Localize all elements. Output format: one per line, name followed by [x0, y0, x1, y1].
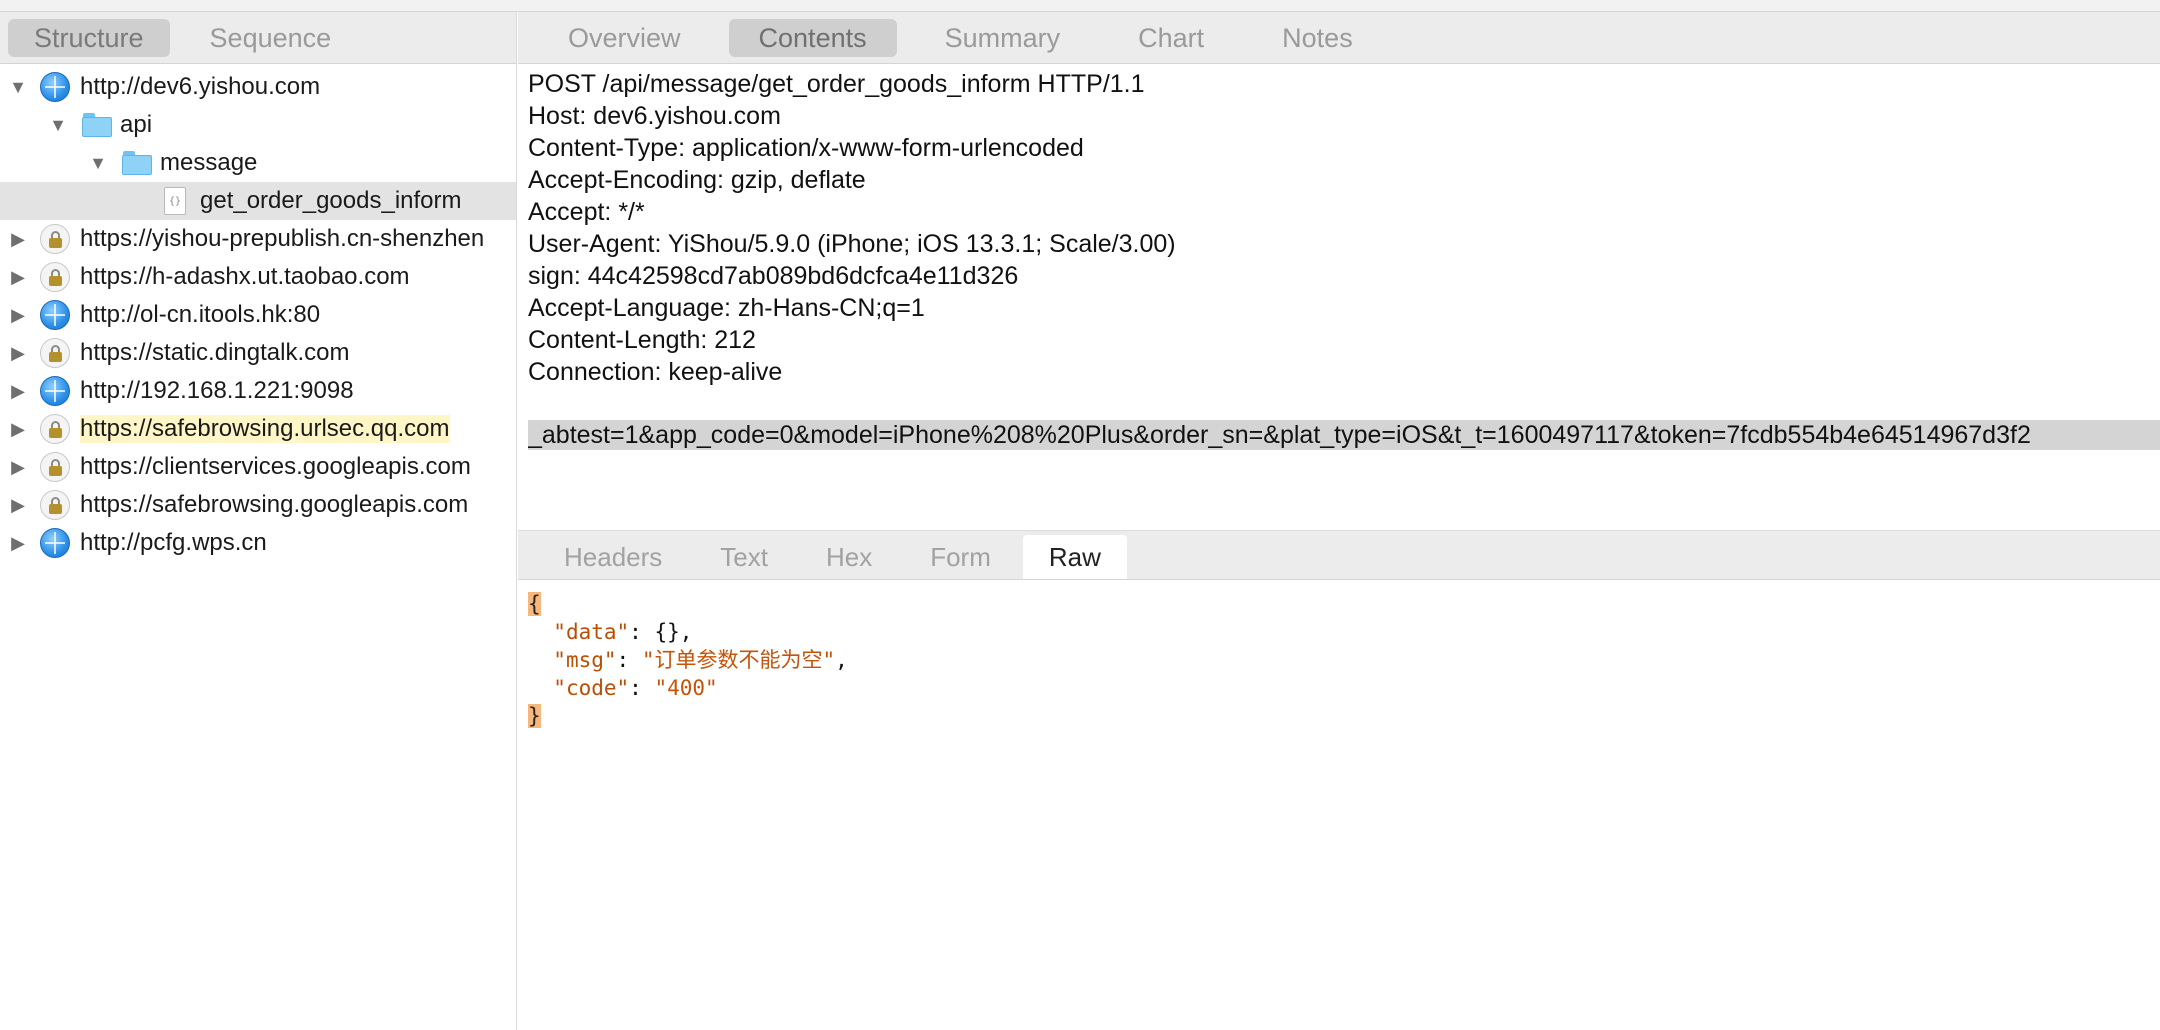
tab-chart[interactable]: Chart: [1108, 19, 1234, 57]
tree-row-label: https://static.dingtalk.com: [80, 339, 350, 366]
globe-icon: [40, 528, 70, 558]
request-header: Content-Length: 212: [528, 326, 756, 354]
globe-icon: [40, 376, 70, 406]
tree-row-host[interactable]: ▶ https://safebrowsing.googleapis.com: [0, 486, 516, 524]
tree-row-host[interactable]: ▼ http://dev6.yishou.com: [0, 68, 516, 106]
tree-row-host[interactable]: ▶ https://clientservices.googleapis.com: [0, 448, 516, 486]
tree-row-label: https://safebrowsing.googleapis.com: [80, 491, 469, 518]
json-key: "code": [553, 676, 630, 700]
json-key: "msg": [553, 648, 617, 672]
request-header: Accept-Language: zh-Hans-CN;q=1: [528, 294, 925, 322]
globe-icon: [40, 72, 70, 102]
disclosure-collapsed-icon[interactable]: ▶: [8, 381, 28, 401]
request-header: Host: dev6.yishou.com: [528, 102, 781, 130]
tab-hex[interactable]: Hex: [800, 535, 898, 579]
disclosure-collapsed-icon[interactable]: ▶: [8, 343, 28, 363]
tree-row-host[interactable]: ▶ http://ol-cn.itools.hk:80: [0, 296, 516, 334]
disclosure-collapsed-icon[interactable]: ▶: [8, 267, 28, 287]
detail-tabs: Overview Contents Summary Chart Notes: [518, 12, 2160, 64]
tab-text[interactable]: Text: [694, 535, 794, 579]
tab-structure[interactable]: Structure: [8, 18, 170, 57]
request-raw-view[interactable]: POST /api/message/get_order_goods_inform…: [528, 68, 2160, 450]
tab-headers[interactable]: Headers: [538, 535, 688, 579]
tab-form[interactable]: Form: [904, 535, 1017, 579]
tree-row-folder[interactable]: ▼ api: [0, 106, 516, 144]
request-header: Content-Type: application/x-www-form-url…: [528, 134, 1084, 162]
request-line: POST /api/message/get_order_goods_inform…: [528, 70, 1145, 98]
tree-row-host[interactable]: ▶ http://pcfg.wps.cn: [0, 524, 516, 562]
tab-raw[interactable]: Raw: [1022, 535, 1127, 579]
tab-summary[interactable]: Summary: [915, 19, 1091, 57]
disclosure-collapsed-icon[interactable]: ▶: [8, 457, 28, 477]
lock-icon: [40, 338, 70, 368]
tree-row-label: get_order_goods_inform: [200, 187, 462, 214]
disclosure-collapsed-icon[interactable]: ▶: [8, 533, 28, 553]
json-value: {}: [654, 620, 680, 644]
host-tree: ▼ http://dev6.yishou.com ▼ api ▼ message…: [0, 64, 516, 562]
tree-row-host[interactable]: ▶ https://h-adashx.ut.taobao.com: [0, 258, 516, 296]
detail-pane: Overview Contents Summary Chart Notes PO…: [518, 12, 2160, 1030]
response-json[interactable]: { "data": {}, "msg": "订单参数不能为空", "code":…: [528, 590, 848, 730]
request-header: User-Agent: YiShou/5.9.0 (iPhone; iOS 13…: [528, 230, 1176, 258]
tree-row-label: http://ol-cn.itools.hk:80: [80, 301, 321, 328]
lock-icon: [40, 262, 70, 292]
tree-row-host[interactable]: ▶ http://192.168.1.221:9098: [0, 372, 516, 410]
disclosure-expanded-icon[interactable]: ▼: [8, 77, 28, 97]
tab-contents[interactable]: Contents: [728, 18, 897, 57]
json-separator: ,: [835, 648, 848, 672]
request-header: Connection: keep-alive: [528, 358, 783, 386]
response-view-tabs: Headers Text Hex Form Raw: [518, 530, 2160, 580]
disclosure-collapsed-icon[interactable]: ▶: [8, 419, 28, 439]
request-header: Accept-Encoding: gzip, deflate: [528, 166, 866, 194]
structure-pane: Structure Sequence ▼ http://dev6.yishou.…: [0, 12, 517, 1030]
json-key: "data": [553, 620, 630, 644]
tree-row-label: http://dev6.yishou.com: [80, 73, 321, 100]
tab-sequence[interactable]: Sequence: [184, 19, 358, 57]
tab-overview[interactable]: Overview: [538, 19, 711, 57]
tree-row-host[interactable]: ▶ https://static.dingtalk.com: [0, 334, 516, 372]
tree-row-host[interactable]: ▶ https://yishou-prepublish.cn-shenzhen: [0, 220, 516, 258]
tree-row-label: https://clientservices.googleapis.com: [80, 453, 471, 480]
tree-row-request[interactable]: {} get_order_goods_inform: [0, 182, 516, 220]
request-header: Accept: */*: [528, 198, 645, 226]
file-icon: {}: [160, 186, 190, 216]
disclosure-collapsed-icon[interactable]: ▶: [8, 495, 28, 515]
tree-row-label: http://192.168.1.221:9098: [80, 377, 354, 404]
lock-icon: [40, 414, 70, 444]
lock-icon: [40, 452, 70, 482]
folder-icon: [122, 148, 152, 178]
disclosure-collapsed-icon[interactable]: ▶: [8, 305, 28, 325]
tree-row-label: http://pcfg.wps.cn: [80, 529, 267, 556]
tree-row-host[interactable]: ▶ https://safebrowsing.urlsec.qq.com: [0, 410, 516, 448]
globe-icon: [40, 300, 70, 330]
tree-row-label: https://h-adashx.ut.taobao.com: [80, 263, 410, 290]
request-header: sign: 44c42598cd7ab089bd6dcfca4e11d326: [528, 262, 1019, 290]
json-value: "订单参数不能为空": [641, 648, 836, 672]
folder-icon: [82, 110, 112, 140]
tree-row-label: api: [120, 111, 153, 138]
title-strip: [0, 0, 2160, 12]
tree-row-folder[interactable]: ▼ message: [0, 144, 516, 182]
tree-row-label: message: [160, 149, 258, 176]
json-separator: ,: [679, 620, 693, 644]
tree-row-label: https://safebrowsing.urlsec.qq.com: [80, 415, 450, 443]
tree-row-label: https://yishou-prepublish.cn-shenzhen: [80, 225, 485, 252]
disclosure-collapsed-icon[interactable]: ▶: [8, 229, 28, 249]
json-close-brace: }: [528, 704, 541, 728]
disclosure-expanded-icon[interactable]: ▼: [88, 153, 108, 173]
request-body: _abtest=1&app_code=0&model=iPhone%208%20…: [528, 420, 2160, 450]
lock-icon: [40, 490, 70, 520]
tab-notes[interactable]: Notes: [1252, 19, 1383, 57]
json-open-brace: {: [528, 592, 541, 616]
disclosure-expanded-icon[interactable]: ▼: [48, 115, 68, 135]
view-mode-tabs: Structure Sequence: [0, 12, 516, 64]
json-value: "400": [654, 676, 718, 700]
lock-icon: [40, 224, 70, 254]
